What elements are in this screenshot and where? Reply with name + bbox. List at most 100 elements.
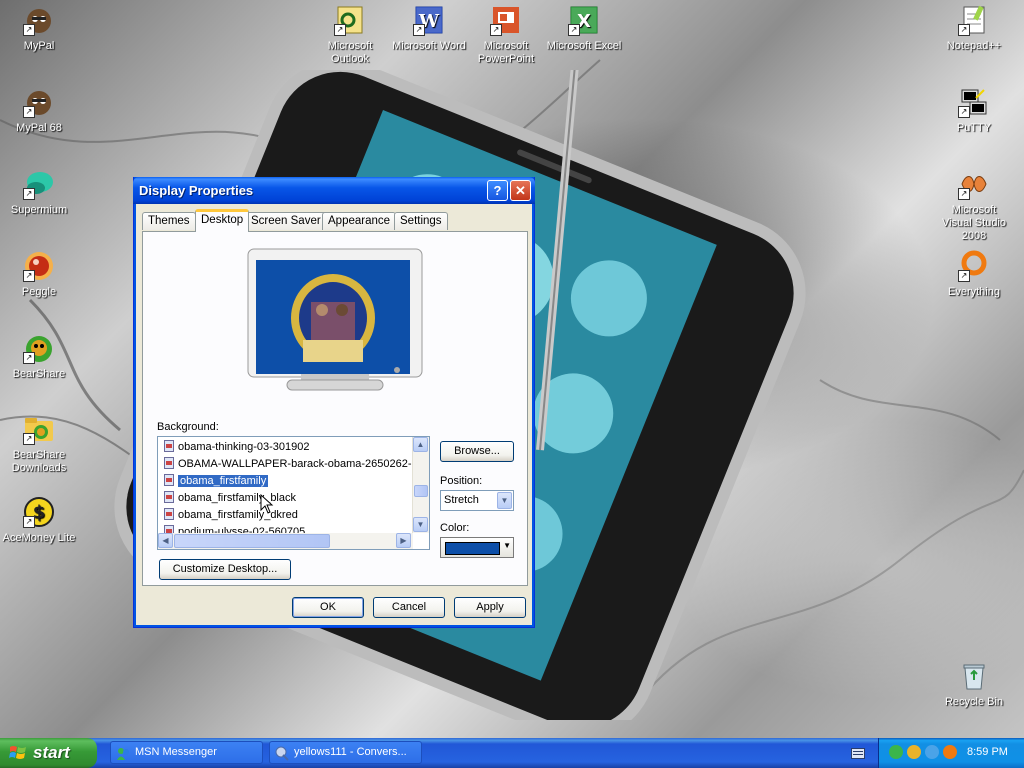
desktop-icon-label: Supermium bbox=[10, 204, 68, 216]
start-button[interactable]: start bbox=[0, 738, 97, 768]
desktop-icon-label: Notepad++ bbox=[946, 40, 1002, 52]
browse-button[interactable]: Browse... bbox=[440, 441, 514, 462]
desktop-icon-label: BearShare Downloads bbox=[11, 449, 67, 474]
start-label: start bbox=[33, 743, 70, 762]
desktop-icon-mypal[interactable]: ↗ MyPal bbox=[1, 4, 77, 53]
position-value: Stretch bbox=[444, 494, 479, 506]
dialog-titlebar[interactable]: Display Properties ? ✕ bbox=[133, 177, 535, 204]
desktop-icon-everything[interactable]: ↗ Everything bbox=[936, 250, 1012, 299]
customize-desktop-button[interactable]: Customize Desktop... bbox=[159, 559, 291, 580]
desktop-icon-notepadpp[interactable]: ↗ Notepad++ bbox=[936, 4, 1012, 53]
list-item[interactable]: obama_firstfamily_dkred bbox=[164, 507, 298, 523]
chevron-down-icon: ▼ bbox=[503, 541, 511, 550]
image-file-icon bbox=[164, 508, 174, 520]
list-item[interactable]: OBAMA-WALLPAPER-barack-obama-2650262-8 bbox=[164, 456, 418, 472]
chevron-down-icon: ▼ bbox=[497, 492, 512, 509]
vertical-scrollbar[interactable]: ▲ ▼ bbox=[412, 437, 429, 533]
list-item[interactable]: obama-thinking-03-301902 bbox=[164, 439, 309, 455]
list-item[interactable]: obama_firstfamily_black bbox=[164, 490, 296, 506]
shortcut-arrow-icon: ↗ bbox=[23, 433, 35, 445]
shortcut-arrow-icon: ↗ bbox=[490, 24, 502, 36]
desktop-icon-bearshare[interactable]: ↗ BearShare bbox=[1, 332, 77, 381]
system-tray: 8:59 PM bbox=[878, 738, 1024, 768]
cancel-button[interactable]: Cancel bbox=[373, 597, 445, 618]
position-label: Position: bbox=[440, 475, 483, 487]
desktop-icon-powerpoint[interactable]: ↗ Microsoft PowerPoint bbox=[468, 4, 544, 66]
recycle-bin-icon bbox=[963, 664, 985, 690]
scroll-down-icon[interactable]: ▼ bbox=[413, 517, 428, 532]
tab-themes[interactable]: Themes bbox=[142, 212, 196, 230]
shortcut-arrow-icon: ↗ bbox=[568, 24, 580, 36]
shortcut-arrow-icon: ↗ bbox=[23, 270, 35, 282]
background-list[interactable]: obama-thinking-03-301902 OBAMA-WALLPAPER… bbox=[157, 436, 430, 550]
desktop-icon-outlook[interactable]: ↗ Microsoft Outlook bbox=[312, 4, 388, 66]
desktop-icon-label: Recycle Bin bbox=[944, 696, 1004, 708]
tab-screen-saver[interactable]: Screen Saver bbox=[245, 212, 327, 230]
shortcut-arrow-icon: ↗ bbox=[958, 24, 970, 36]
apply-button[interactable]: Apply bbox=[454, 597, 526, 618]
image-file-icon bbox=[164, 440, 174, 452]
dialog-title: Display Properties bbox=[139, 183, 254, 198]
shortcut-arrow-icon: ↗ bbox=[413, 24, 425, 36]
desktop-icon-bearshare-downloads[interactable]: ↗ BearShare Downloads bbox=[1, 413, 77, 475]
monitor-preview bbox=[247, 248, 423, 391]
desktop-icon-label: Peggle bbox=[21, 286, 57, 298]
tray-network-icon[interactable] bbox=[925, 745, 939, 759]
shortcut-arrow-icon: ↗ bbox=[23, 188, 35, 200]
taskbar-item-conversation[interactable]: yellows111 - Convers... bbox=[269, 741, 422, 764]
shortcut-arrow-icon: ↗ bbox=[23, 106, 35, 118]
tab-settings[interactable]: Settings bbox=[394, 212, 448, 230]
tab-desktop[interactable]: Desktop bbox=[195, 209, 250, 232]
desktop-icon-vs2008[interactable]: ↗ Microsoft Visual Studio 2008 bbox=[936, 168, 1012, 243]
list-item-selected[interactable]: obama_firstfamily bbox=[164, 473, 270, 489]
tray-search-icon[interactable] bbox=[943, 745, 957, 759]
position-select[interactable]: Stretch ▼ bbox=[440, 490, 514, 511]
tray-app-icon[interactable] bbox=[907, 745, 921, 759]
tab-appearance[interactable]: Appearance bbox=[322, 212, 397, 230]
scroll-left-icon[interactable]: ◀ bbox=[158, 533, 173, 548]
taskbar-item-msn-messenger[interactable]: MSN Messenger bbox=[110, 741, 263, 764]
color-picker-button[interactable]: ▼ bbox=[440, 537, 514, 558]
desktop-tab-panel: Background: obama-thinking-03-301902 OBA… bbox=[142, 231, 528, 586]
desktop-icon-label: BearShare bbox=[12, 368, 66, 380]
desktop-icon-putty[interactable]: ↗ PuTTY bbox=[936, 86, 1012, 135]
desktop-icon-label: Microsoft Excel bbox=[546, 40, 622, 52]
horizontal-scroll-thumb[interactable] bbox=[174, 534, 330, 548]
desktop-icon-acemoney[interactable]: $ ↗ AceMoney Lite bbox=[1, 496, 77, 545]
image-file-icon bbox=[164, 474, 174, 486]
conversation-icon bbox=[275, 746, 289, 761]
tray-bearshare-icon[interactable] bbox=[889, 745, 903, 759]
close-button[interactable]: ✕ bbox=[510, 180, 531, 201]
windows-logo-icon bbox=[9, 746, 26, 759]
desktop-icon-label: MyPal bbox=[23, 40, 55, 52]
color-swatch bbox=[445, 542, 500, 555]
desktop-icon-label: PuTTY bbox=[956, 122, 992, 134]
keyboard-icon[interactable] bbox=[851, 748, 865, 759]
horizontal-scrollbar[interactable]: ◀ ▶ bbox=[158, 533, 413, 549]
shortcut-arrow-icon: ↗ bbox=[23, 516, 35, 528]
vertical-scroll-thumb[interactable] bbox=[414, 485, 428, 497]
ok-button[interactable]: OK bbox=[292, 597, 364, 618]
close-icon: ✕ bbox=[515, 183, 526, 198]
desktop-icon-label: AceMoney Lite bbox=[2, 532, 76, 544]
desktop-icon-excel[interactable]: X ↗ Microsoft Excel bbox=[546, 4, 622, 53]
desktop-icon-recycle-bin[interactable]: Recycle Bin bbox=[936, 660, 1012, 709]
desktop-icon-supermium[interactable]: ↗ Supermium bbox=[1, 168, 77, 217]
scroll-up-icon[interactable]: ▲ bbox=[413, 437, 428, 452]
desktop-icon-label: Microsoft Outlook bbox=[327, 40, 373, 65]
image-file-icon bbox=[164, 491, 174, 503]
desktop-icon-label: Microsoft PowerPoint bbox=[477, 40, 535, 65]
shortcut-arrow-icon: ↗ bbox=[958, 188, 970, 200]
desktop-icon-peggle[interactable]: ↗ Peggle bbox=[1, 250, 77, 299]
clock[interactable]: 8:59 PM bbox=[967, 746, 1008, 758]
mouse-cursor-icon bbox=[260, 494, 274, 514]
background-label: Background: bbox=[157, 421, 219, 433]
scroll-right-icon[interactable]: ▶ bbox=[396, 533, 411, 548]
desktop-icon-mypal-68[interactable]: ↗ MyPal 68 bbox=[1, 86, 77, 135]
desktop-icon-word[interactable]: W ↗ Microsoft Word bbox=[391, 4, 467, 53]
question-icon: ? bbox=[493, 183, 502, 198]
help-button[interactable]: ? bbox=[487, 180, 508, 201]
desktop-icon-label: Everything bbox=[948, 286, 1000, 298]
taskbar: start MSN Messenger yellows111 - Convers… bbox=[0, 738, 1024, 768]
shortcut-arrow-icon: ↗ bbox=[23, 352, 35, 364]
